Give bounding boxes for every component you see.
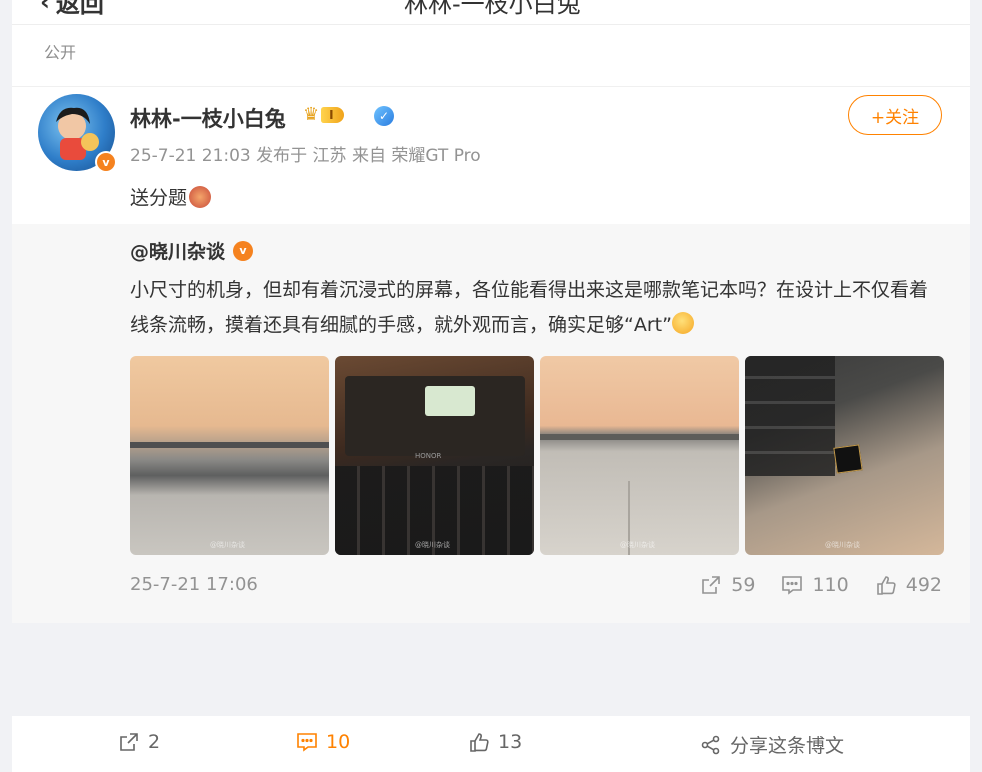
quoted-repost-button[interactable]: 59 [700, 574, 755, 596]
visibility-label: 公开 [44, 43, 77, 62]
verified-badge-icon: v [233, 240, 254, 261]
brand-label: HONOR [415, 452, 442, 460]
author-avatar[interactable]: v [38, 94, 117, 173]
post-card: 公开 v 林林-一枝小白兔 ♛ I ✓ +关注 25-7-21 21:03 发布… [12, 25, 970, 623]
thumbs-up-icon [875, 574, 897, 596]
share-icon [700, 734, 722, 756]
image-watermark: @晓川杂谈 [620, 541, 655, 549]
quoted-author[interactable]: @晓川杂谈 v [130, 237, 254, 264]
quoted-comment-button[interactable]: 110 [781, 574, 849, 596]
quoted-footer: 25-7-21 17:06 59 110 492 [130, 574, 942, 598]
post-text-content: 送分题 [130, 187, 188, 209]
comment-button[interactable]: 10 [296, 731, 350, 753]
like-count: 492 [905, 574, 942, 596]
surprised-emoji-icon [671, 312, 694, 334]
back-label: 返回 [55, 0, 104, 18]
page-title: 林林-一枝小白兔 [404, 0, 581, 18]
image-watermark: @晓川杂谈 [825, 541, 860, 549]
user-level-badge: ♛ I [303, 105, 361, 125]
repost-button[interactable]: 2 [118, 731, 160, 753]
share-button[interactable]: 分享这条博文 [700, 731, 844, 758]
image-watermark: @晓川杂谈 [210, 541, 245, 549]
repost-icon [700, 574, 722, 596]
image-thumbnail[interactable]: @晓川杂谈 [130, 356, 329, 555]
post-text: 送分题 [130, 183, 212, 210]
image-watermark: @晓川杂谈 [415, 541, 450, 549]
comment-icon [781, 574, 803, 596]
quoted-post[interactable]: @晓川杂谈 v 小尺寸的机身，但却有着沉浸式的屏幕，各位能看得出来这是哪款笔记本… [12, 224, 970, 623]
image-grid: @晓川杂谈 HONOR @晓川杂谈 @晓川杂谈 @晓川杂谈 [130, 356, 944, 555]
quoted-author-name: @晓川杂谈 [130, 241, 226, 263]
image-thumbnail[interactable]: HONOR @晓川杂谈 [335, 356, 534, 555]
author-name[interactable]: 林林-一枝小白兔 [130, 103, 286, 133]
comment-icon [296, 731, 318, 753]
chevron-left-icon: ‹ [40, 0, 50, 16]
crown-icon: ♛ [303, 104, 320, 125]
quoted-text: 小尺寸的机身，但却有着沉浸式的屏幕，各位能看得出来这是哪款笔记本吗？在设计上不仅… [130, 273, 942, 343]
thumbs-up-icon [468, 731, 490, 753]
action-bar: 2 10 13 分享这条博文 [12, 716, 970, 772]
fan-badge-icon: ✓ [374, 106, 394, 126]
follow-label: +关注 [870, 107, 920, 128]
share-label: 分享这条博文 [730, 735, 845, 757]
comment-count: 10 [326, 731, 351, 753]
repost-count: 59 [731, 574, 756, 596]
verified-badge-icon: v [95, 151, 117, 173]
image-thumbnail[interactable]: @晓川杂谈 [540, 356, 739, 555]
back-button[interactable]: ‹ 返回 [40, 0, 104, 19]
like-button[interactable]: 13 [468, 731, 522, 753]
repost-count: 2 [148, 731, 161, 753]
quoted-stats: 59 110 492 [700, 574, 942, 596]
quoted-text-content: 小尺寸的机身，但却有着沉浸式的屏幕，各位能看得出来这是哪款笔记本吗？在设计上不仅… [130, 279, 929, 336]
comment-count: 110 [812, 574, 849, 596]
quoted-date: 25-7-21 17:06 [130, 574, 258, 595]
post-meta: 25-7-21 21:03 发布于 江苏 来自 荣耀GT Pro [130, 146, 481, 166]
level-label: I [321, 107, 344, 123]
gift-emoji-icon [189, 185, 212, 208]
image-thumbnail[interactable]: @晓川杂谈 [745, 356, 944, 555]
quoted-like-button[interactable]: 492 [875, 574, 942, 596]
divider [12, 86, 970, 87]
follow-button[interactable]: +关注 [848, 95, 942, 135]
repost-icon [118, 731, 140, 753]
like-count: 13 [498, 731, 523, 753]
top-bar: ‹ 返回 林林-一枝小白兔 [12, 0, 970, 25]
